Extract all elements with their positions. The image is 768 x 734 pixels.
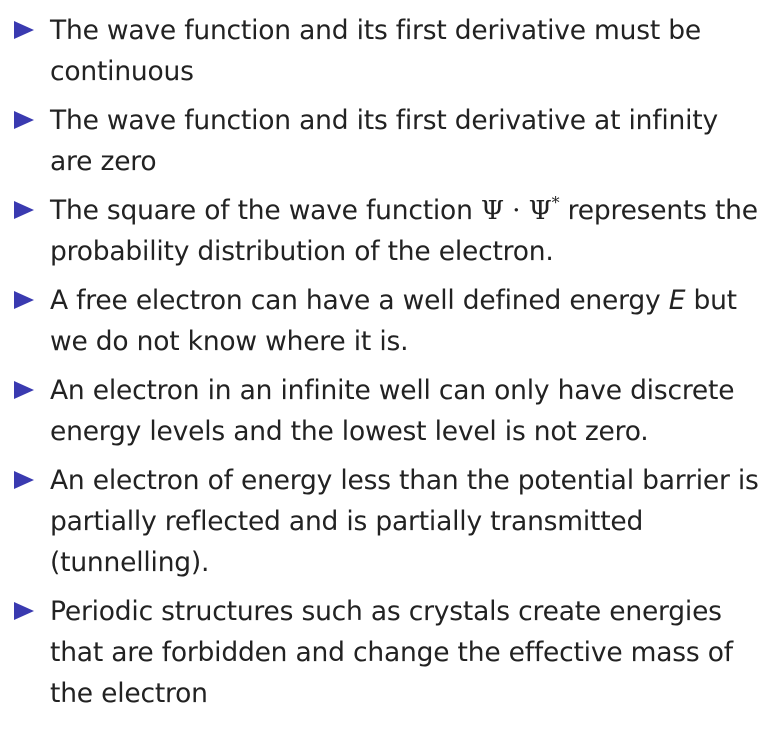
- bullet-item: The square of the wave function Ψ · Ψ* r…: [12, 190, 762, 272]
- bullet-item: The wave function and its first derivati…: [12, 10, 762, 92]
- bullet-item: Periodic structures such as crystals cre…: [12, 591, 762, 714]
- bullet-text: The wave function and its first derivati…: [50, 105, 718, 177]
- triangle-right-icon: [14, 111, 34, 129]
- triangle-right-icon: [14, 21, 34, 39]
- math-expression: Ψ · Ψ: [480, 195, 552, 226]
- triangle-right-icon: [14, 201, 34, 219]
- bullet-item: A free electron can have a well defined …: [12, 280, 762, 362]
- bullet-item: An electron of energy less than the pote…: [12, 460, 762, 583]
- bullet-text-before-var: A free electron can have a well defined …: [50, 285, 669, 316]
- triangle-right-icon: [14, 291, 34, 309]
- bullet-text-before-math: The square of the wave function: [50, 195, 481, 226]
- energy-variable: E: [668, 285, 686, 316]
- triangle-right-icon: [14, 602, 34, 620]
- triangle-right-icon: [14, 381, 34, 399]
- bullet-item: The wave function and its first derivati…: [12, 100, 762, 182]
- bullet-item: An electron in an infinite well can only…: [12, 370, 762, 452]
- bullet-text: Periodic structures such as crystals cre…: [50, 596, 733, 709]
- bullet-text: An electron in an infinite well can only…: [50, 375, 735, 447]
- triangle-right-icon: [14, 471, 34, 489]
- slide: The wave function and its first derivati…: [0, 0, 768, 734]
- bullet-text: The wave function and its first derivati…: [50, 15, 701, 87]
- bullet-text: An electron of energy less than the pote…: [50, 465, 759, 578]
- bullet-list: The wave function and its first derivati…: [12, 10, 762, 722]
